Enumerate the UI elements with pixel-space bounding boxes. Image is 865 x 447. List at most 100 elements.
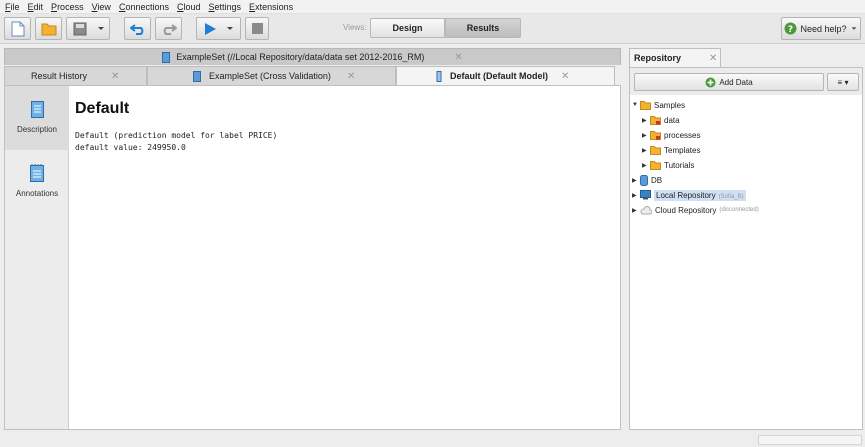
cloud-icon [640, 205, 652, 214]
new-document-icon [11, 21, 24, 36]
menu-cloud[interactable]: Cloud [177, 2, 201, 12]
close-icon[interactable]: ✕ [347, 71, 355, 82]
annotations-view-button[interactable]: Annotations [5, 163, 69, 198]
tree-item-tutorials[interactable]: ▶ Tutorials [642, 158, 694, 172]
collapsed-arrow-icon[interactable]: ▶ [642, 162, 650, 169]
model-icon [436, 70, 442, 82]
close-icon[interactable]: ✕ [561, 71, 569, 82]
menu-bar: File Edit Process View Connections Cloud… [0, 0, 865, 14]
menu-file[interactable]: File [5, 2, 20, 12]
folder-icon [650, 145, 661, 155]
local-repository-owner: (Sofia_B) [718, 193, 744, 200]
model-description-line: Default (prediction model for label PRIC… [75, 131, 278, 140]
need-help-button[interactable]: ? Need help? [781, 17, 861, 40]
views-label: Views: [343, 23, 367, 32]
plus-circle-icon [705, 77, 716, 87]
model-default-value: default value: 249950.0 [75, 143, 186, 152]
redo-button[interactable] [155, 17, 182, 40]
tab-repository[interactable]: Repository ✕ [629, 48, 721, 67]
repository-menu-button[interactable]: ≡ ▾ [827, 73, 859, 91]
tree-item-data[interactable]: ▶ data [642, 113, 680, 127]
tab-exampleset-data[interactable]: ExampleSet (//Local Repository/data/data… [4, 48, 621, 65]
close-icon[interactable]: ✕ [709, 53, 717, 64]
tree-label: Cloud Repository [655, 205, 717, 215]
save-icon [73, 22, 87, 35]
model-title: Default [75, 100, 130, 117]
stop-button[interactable] [245, 17, 269, 40]
tree-item-processes[interactable]: ▶ processes [642, 128, 700, 142]
model-description: Default Default (prediction model for la… [75, 100, 277, 154]
annotations-label: Annotations [15, 189, 59, 198]
new-process-button[interactable] [4, 17, 31, 40]
menu-extensions[interactable]: Extensions [249, 2, 293, 12]
run-button[interactable] [196, 17, 241, 40]
results-view-button[interactable]: Results [445, 18, 521, 38]
chevron-down-icon [227, 26, 233, 30]
table-icon [193, 70, 201, 82]
repository-panel: Add Data ≡ ▾ ▼ Samples ▶ data ▶ processe… [629, 67, 863, 430]
tab-label: Repository [634, 53, 682, 63]
table-icon [162, 51, 171, 63]
description-label: Description [16, 125, 57, 134]
chevron-down-icon [98, 26, 104, 30]
menu-view[interactable]: View [92, 2, 111, 12]
notepad-icon [30, 164, 44, 182]
collapsed-arrow-icon[interactable]: ▶ [632, 207, 640, 214]
menu-settings[interactable]: Settings [209, 2, 242, 12]
computer-icon [640, 190, 651, 200]
folder-icon [650, 130, 661, 140]
chevron-down-icon [851, 26, 856, 30]
tab-result-history[interactable]: Result History ✕ [4, 66, 147, 85]
document-icon [30, 101, 44, 118]
tree-label: processes [664, 130, 701, 140]
tree-label: Samples [654, 100, 686, 110]
menu-edit[interactable]: Edit [28, 2, 44, 12]
help-icon: ? [784, 22, 797, 35]
folder-icon [650, 160, 661, 170]
menu-connections[interactable]: Connections [119, 2, 169, 12]
expanded-arrow-icon[interactable]: ▼ [632, 102, 640, 108]
tree-item-local-repository[interactable]: ▶ Local Repository (Sofia_B) [632, 188, 746, 202]
collapsed-arrow-icon[interactable]: ▶ [642, 147, 650, 154]
tab-label: Default (Default Model) [450, 71, 548, 81]
collapsed-arrow-icon[interactable]: ▶ [642, 117, 650, 124]
tree-item-db[interactable]: ▶ DB [632, 173, 662, 187]
results-tabs: Result History ✕ ExampleSet (Cross Valid… [4, 66, 615, 85]
tree-item-samples[interactable]: ▼ Samples [632, 98, 685, 112]
add-data-label: Add Data [719, 77, 753, 87]
svg-text:?: ? [788, 25, 793, 35]
collapsed-arrow-icon[interactable]: ▶ [632, 192, 640, 199]
folder-icon [650, 115, 661, 125]
memory-indicator [758, 435, 862, 445]
repository-toolbar: Add Data ≡ ▾ [630, 68, 862, 95]
tab-exampleset-cross-validation[interactable]: ExampleSet (Cross Validation) ✕ [147, 66, 396, 85]
open-process-button[interactable] [35, 17, 62, 40]
save-button[interactable] [66, 17, 110, 40]
undo-icon [129, 23, 143, 35]
tree-label: DB [651, 175, 663, 185]
description-view-button[interactable]: Description [5, 86, 69, 150]
view-selector: Description Annotations [5, 86, 69, 429]
menu-process[interactable]: Process [51, 2, 84, 12]
tree-item-templates[interactable]: ▶ Templates [642, 143, 700, 157]
toolbar: Views: Design Results ? Need help? [0, 14, 865, 44]
add-data-button[interactable]: Add Data [634, 73, 824, 91]
collapsed-arrow-icon[interactable]: ▶ [642, 132, 650, 139]
folder-open-icon [41, 23, 56, 35]
collapsed-arrow-icon[interactable]: ▶ [632, 177, 640, 184]
database-icon [640, 174, 648, 186]
tab-label: ExampleSet (//Local Repository/data/data… [176, 52, 425, 62]
cloud-repository-status: (disconnected) [719, 207, 759, 213]
tab-label: Result History [31, 71, 88, 81]
close-icon[interactable]: ✕ [111, 71, 119, 82]
design-view-button[interactable]: Design [370, 18, 445, 38]
tree-label: Templates [664, 145, 701, 155]
tree-item-cloud-repository[interactable]: ▶ Cloud Repository (disconnected) [632, 203, 759, 217]
need-help-label: Need help? [800, 23, 847, 34]
stop-icon [251, 23, 263, 34]
play-icon [205, 22, 216, 35]
close-icon[interactable]: ✕ [454, 52, 462, 63]
tab-default-model[interactable]: Default (Default Model) ✕ [396, 66, 615, 85]
undo-button[interactable] [124, 17, 151, 40]
tree-label: Tutorials [664, 160, 695, 170]
